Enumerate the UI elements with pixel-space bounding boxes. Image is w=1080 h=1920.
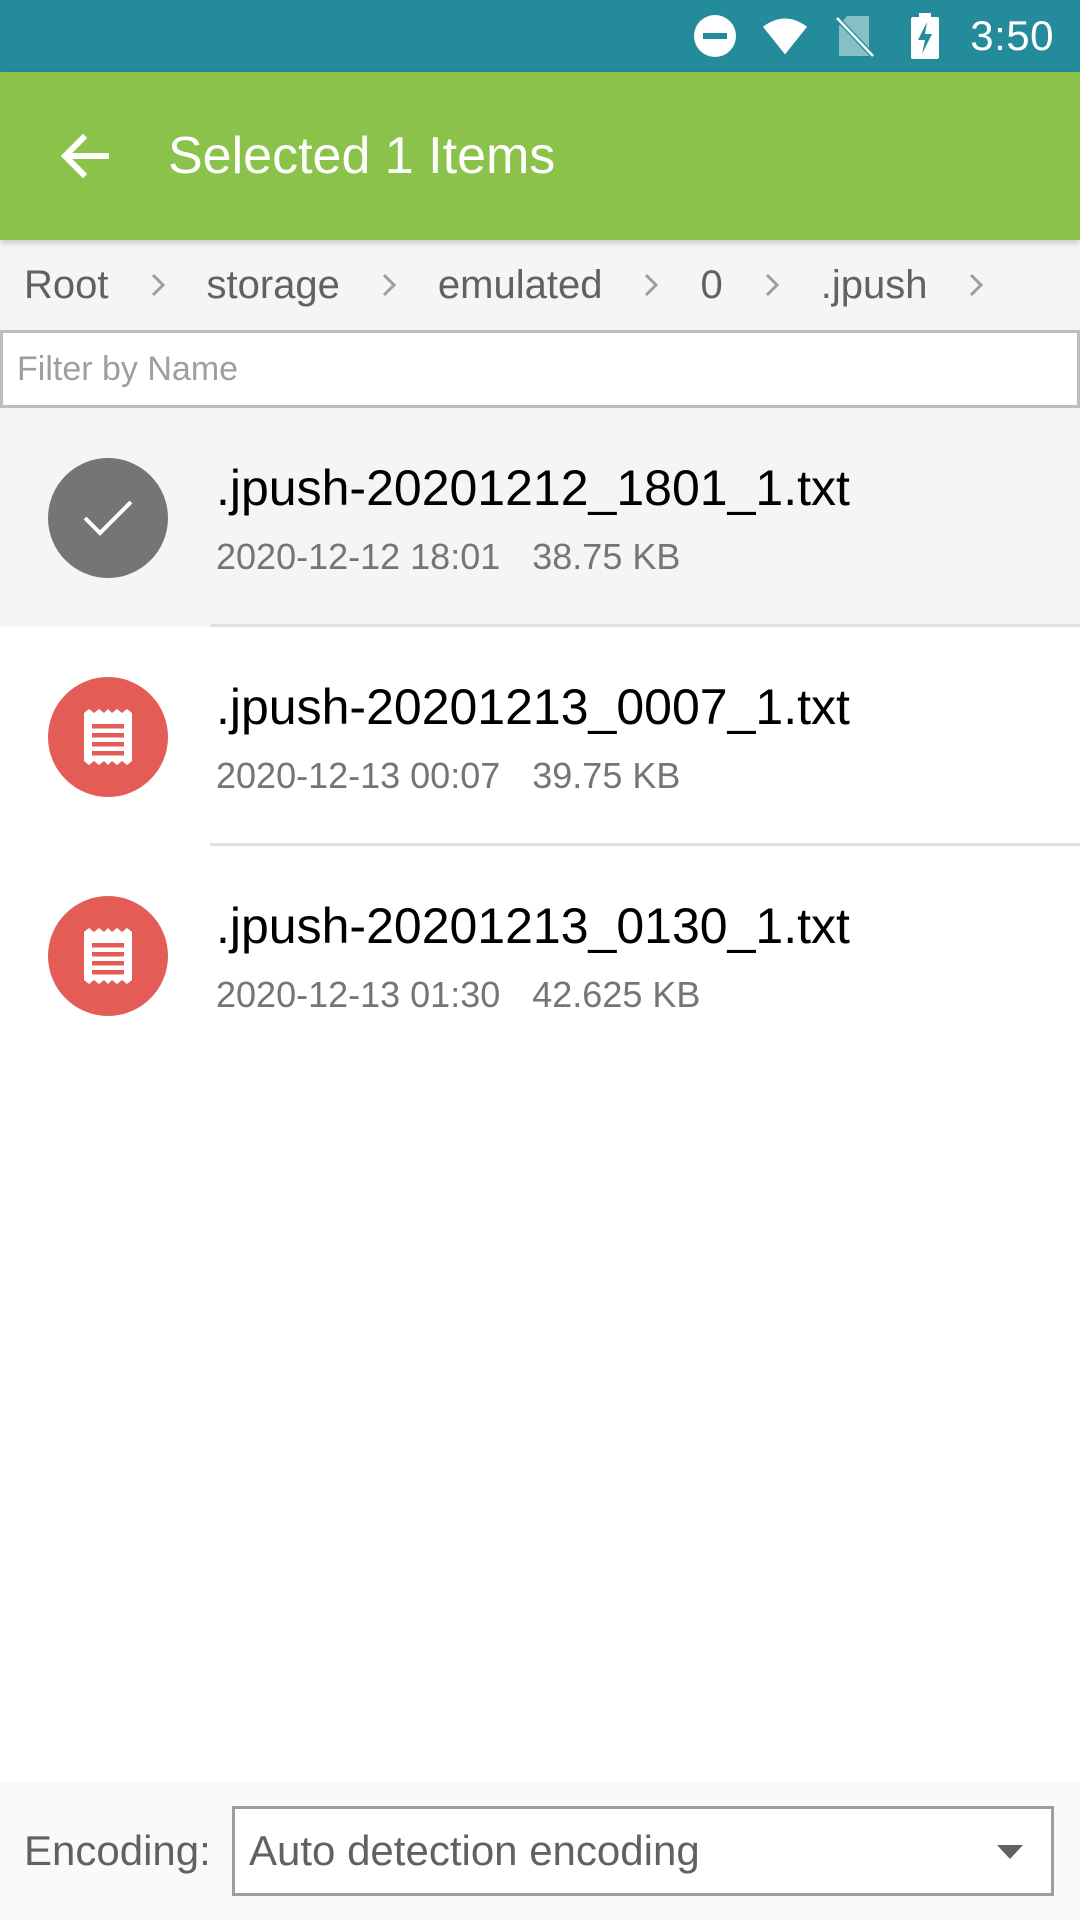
encoding-select[interactable]: Auto detection encoding [232, 1806, 1054, 1896]
check-icon [83, 500, 133, 536]
file-text: .jpush-20201212_1801_1.txt 2020-12-12 18… [216, 458, 850, 578]
no-sim-icon [832, 13, 878, 59]
file-avatar[interactable] [48, 676, 168, 797]
battery-charging-icon [902, 13, 948, 59]
file-avatar[interactable] [48, 457, 168, 578]
filter-input[interactable] [3, 333, 1077, 405]
text-file-icon [84, 927, 132, 984]
dropdown-arrow-icon [997, 1845, 1023, 1859]
breadcrumb-item-jpush[interactable]: .jpush [821, 263, 928, 308]
chevron-right-icon [374, 265, 404, 305]
file-meta: 2020-12-13 01:30 42.625 KB [216, 974, 850, 1016]
file-size: 42.625 KB [532, 973, 701, 1015]
arrow-back-icon [60, 134, 109, 178]
chevron-right-icon [636, 265, 666, 305]
breadcrumb-item-0[interactable]: 0 [700, 263, 722, 308]
chevron-right-icon [143, 265, 173, 305]
breadcrumb: Root storage emulated 0 .jpush [0, 240, 1080, 330]
app-bar: Selected 1 Items [0, 72, 1080, 240]
file-date: 2020-12-12 18:01 [216, 535, 501, 577]
file-meta: 2020-12-12 18:01 38.75 KB [216, 536, 850, 578]
do-not-disturb-icon [692, 13, 738, 59]
text-file-icon [84, 708, 132, 765]
file-date: 2020-12-13 00:07 [216, 754, 501, 796]
encoding-value: Auto detection encoding [249, 1827, 700, 1874]
breadcrumb-item-emulated[interactable]: emulated [438, 263, 603, 308]
page-title: Selected 1 Items [168, 127, 556, 185]
wifi-icon [762, 13, 808, 59]
file-name: .jpush-20201212_1801_1.txt [216, 459, 850, 516]
list-item[interactable]: .jpush-20201212_1801_1.txt 2020-12-12 18… [0, 408, 1080, 627]
file-text: .jpush-20201213_0130_1.txt 2020-12-13 01… [216, 896, 850, 1016]
encoding-label: Encoding: [24, 1827, 211, 1874]
status-time: 3:50 [970, 12, 1054, 59]
filter-box [0, 330, 1080, 408]
chevron-right-icon [961, 265, 991, 305]
breadcrumb-item-root[interactable]: Root [24, 263, 109, 308]
file-name: .jpush-20201213_0007_1.txt [216, 678, 850, 735]
file-avatar[interactable] [48, 895, 168, 1016]
list-item[interactable]: .jpush-20201213_0130_1.txt 2020-12-13 01… [0, 846, 1080, 1065]
file-date: 2020-12-13 01:30 [216, 973, 501, 1015]
file-name: .jpush-20201213_0130_1.txt [216, 897, 850, 954]
encoding-bar: Encoding: Auto detection encoding [0, 1782, 1080, 1920]
file-meta: 2020-12-13 00:07 39.75 KB [216, 755, 850, 797]
list-item[interactable]: .jpush-20201213_0007_1.txt 2020-12-13 00… [0, 627, 1080, 846]
back-button[interactable] [48, 120, 120, 192]
breadcrumb-item-storage[interactable]: storage [207, 263, 340, 308]
status-bar: 3:50 [0, 0, 1080, 72]
file-list: .jpush-20201212_1801_1.txt 2020-12-12 18… [0, 408, 1080, 1065]
chevron-right-icon [757, 265, 787, 305]
file-size: 38.75 KB [532, 535, 681, 577]
file-size: 39.75 KB [532, 754, 681, 796]
file-text: .jpush-20201213_0007_1.txt 2020-12-13 00… [216, 677, 850, 797]
